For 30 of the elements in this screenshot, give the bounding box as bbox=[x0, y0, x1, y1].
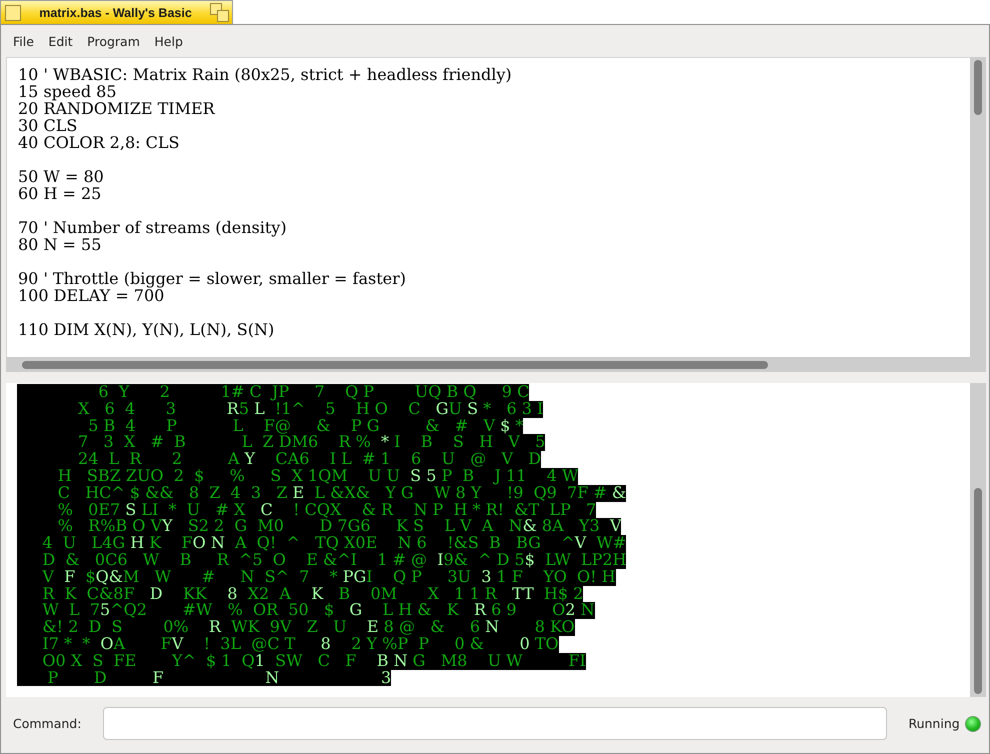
code-line: 90 ' Throttle (bigger = slower, smaller = faster) bbox=[18, 270, 406, 287]
two-squares-icon[interactable] bbox=[210, 3, 229, 22]
code-line: 30 CLS bbox=[18, 117, 78, 134]
code-line: 40 COLOR 2,8: CLS bbox=[18, 134, 180, 151]
menu-item[interactable]: Program bbox=[80, 30, 148, 52]
command-field[interactable] bbox=[103, 707, 888, 740]
code-line: 80 N = 55 bbox=[18, 236, 102, 253]
scrollbar-thumb[interactable] bbox=[974, 488, 982, 694]
scrollbar-thumb[interactable] bbox=[974, 60, 982, 115]
menu-item[interactable]: File bbox=[6, 30, 42, 52]
horizontal-scrollbar[interactable] bbox=[6, 357, 986, 372]
code-line: 110 DIM X(N), Y(N), L(N), S(N) bbox=[18, 321, 274, 338]
menu-item[interactable]: Edit bbox=[41, 30, 80, 52]
code-line: 60 H = 25 bbox=[18, 185, 102, 202]
square-icon[interactable] bbox=[5, 4, 21, 20]
code-line: 70 ' Number of streams (density) bbox=[18, 219, 287, 236]
code-line: 15 speed 85 bbox=[18, 83, 117, 100]
code-line: 100 DELAY = 700 bbox=[18, 287, 164, 304]
title-tab[interactable]: matrix.bas - Wally's Basic bbox=[0, 0, 233, 24]
code-line: 50 W = 80 bbox=[18, 168, 104, 185]
window-title: matrix.bas - Wally's Basic bbox=[39, 6, 192, 20]
command-label: Command: bbox=[13, 716, 82, 731]
menu-item[interactable]: Help bbox=[147, 30, 190, 52]
vertical-scrollbar[interactable] bbox=[970, 383, 986, 697]
vertical-scrollbar[interactable] bbox=[970, 57, 986, 357]
scrollbar-thumb[interactable] bbox=[22, 360, 768, 368]
status-label: Running bbox=[908, 716, 960, 731]
code-line: 20 RANDOMIZE TIMER bbox=[18, 100, 215, 117]
code-line: 10 ' WBASIC: Matrix Rain (80x25, strict + headless friendly) bbox=[18, 66, 512, 83]
code-editor[interactable] bbox=[6, 57, 970, 357]
